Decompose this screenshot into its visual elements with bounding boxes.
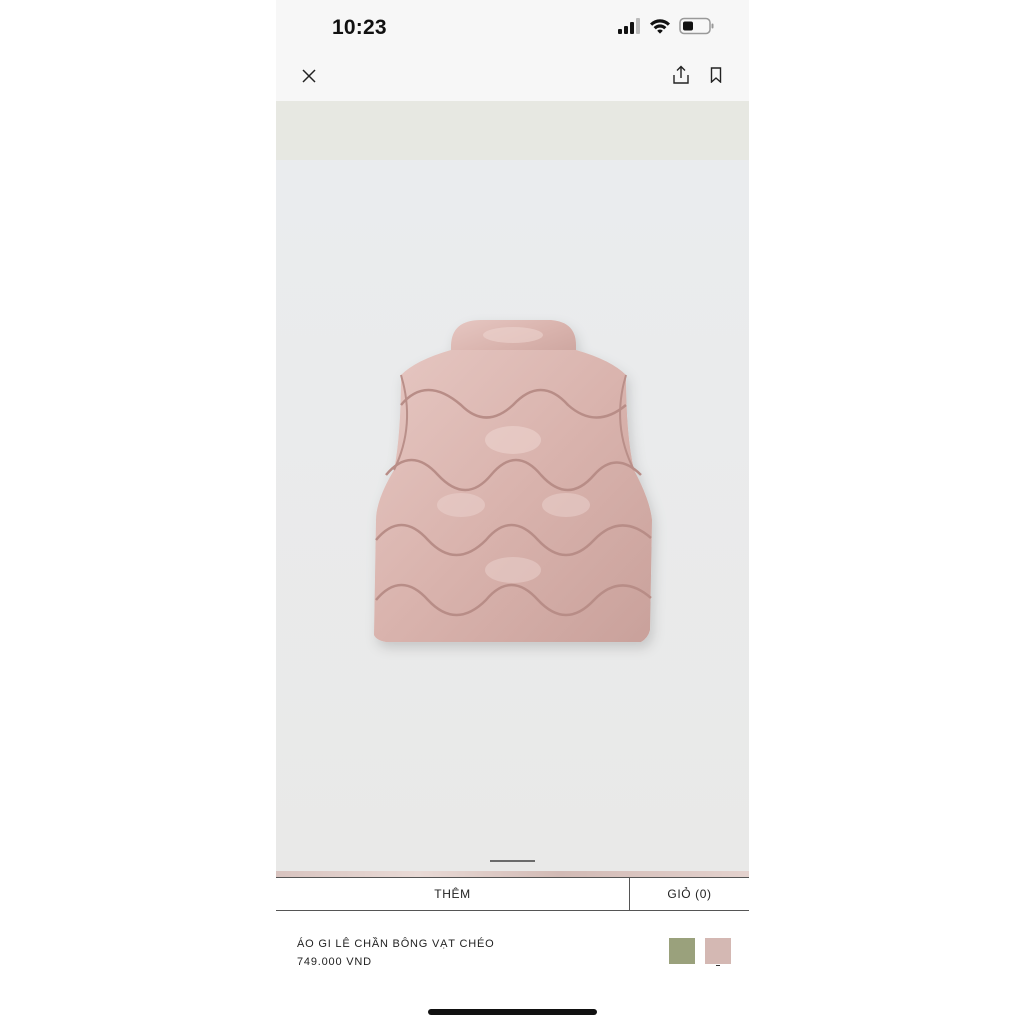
share-icon[interactable] <box>668 62 694 88</box>
color-swatch-pink[interactable] <box>705 938 731 964</box>
selected-swatch-marker <box>716 965 720 966</box>
battery-icon <box>679 17 715 40</box>
product-screen: 10:23 THÊM GIỎ (0) ÁO GI LÊ CHẦN BÔNG VẠ… <box>276 0 749 1024</box>
signal-icon <box>617 17 641 39</box>
wifi-icon <box>649 18 671 39</box>
product-image-carousel[interactable] <box>276 101 749 877</box>
vest-illustration <box>374 320 652 642</box>
top-navigation <box>276 56 749 101</box>
bookmark-icon[interactable] <box>703 62 729 88</box>
status-icons <box>617 17 715 40</box>
product-price: 749.000 VND <box>297 956 372 968</box>
previous-image-edge <box>276 101 749 160</box>
status-time: 10:23 <box>332 16 387 39</box>
home-indicator[interactable] <box>428 1009 597 1015</box>
cart-button[interactable]: GIỎ (0) <box>630 878 749 910</box>
image-scroll-indicator <box>490 860 535 862</box>
close-icon[interactable] <box>296 63 322 89</box>
action-bar: THÊM GIỎ (0) <box>276 877 749 911</box>
add-to-cart-button[interactable]: THÊM <box>276 878 630 910</box>
color-swatch-green[interactable] <box>669 938 695 964</box>
status-bar: 10:23 <box>276 0 749 56</box>
color-swatches <box>669 938 731 964</box>
product-photo <box>276 160 749 871</box>
product-info: ÁO GI LÊ CHẦN BÔNG VẠT CHÉO 749.000 VND <box>297 935 494 971</box>
product-name: ÁO GI LÊ CHẦN BÔNG VẠT CHÉO <box>297 938 495 950</box>
